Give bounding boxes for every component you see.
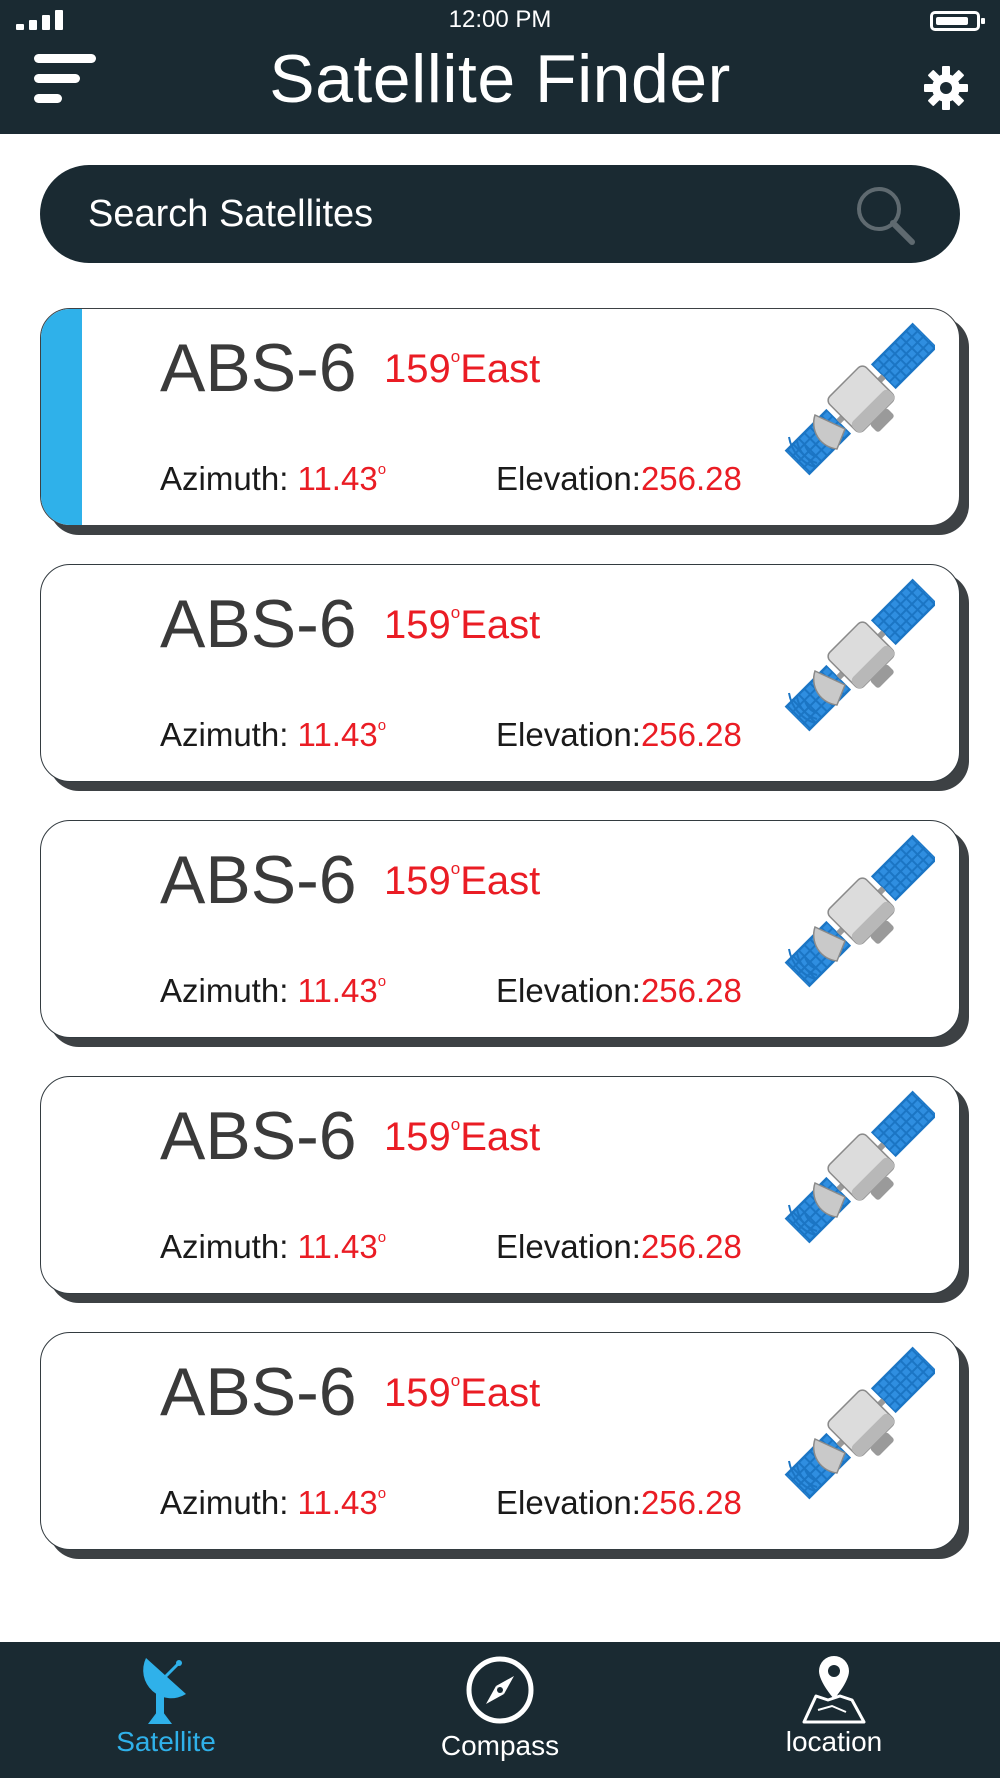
satellite-card[interactable]: ABS-6 159oEast Azimuth: 11.43o Elevation:25… [40, 308, 960, 526]
elevation-value: 256.28 [640, 972, 742, 1009]
selected-indicator [41, 309, 82, 525]
satellite-icon [784, 834, 935, 988]
degree-symbol: o [450, 1371, 461, 1390]
degree-symbol: o [377, 1485, 387, 1502]
degree-symbol: o [377, 461, 387, 478]
azimuth-label: Azimuth: [160, 716, 289, 753]
status-time: 12:00 PM [448, 6, 552, 33]
longitude-value: 159 [384, 1371, 451, 1415]
azimuth-readout: Azimuth: 11.43o [160, 460, 386, 498]
satellite-name: ABS-6 [160, 586, 357, 662]
azimuth-label: Azimuth: [160, 460, 289, 497]
search-input[interactable] [88, 185, 848, 243]
satellite-longitude: 159oEast [384, 1371, 540, 1416]
elevation-label: Elevation: [496, 716, 641, 753]
elevation-label: Elevation: [496, 972, 641, 1009]
nav-label-satellite: Satellite [116, 1726, 216, 1757]
app-header: 12:00 PM Satellite Finder [0, 0, 1000, 134]
azimuth-readout: Azimuth: 11.43o [160, 972, 386, 1010]
satellite-longitude: 159oEast [384, 603, 540, 648]
degree-symbol: o [377, 717, 387, 734]
satellite-name: ABS-6 [160, 1354, 357, 1430]
azimuth-label: Azimuth: [160, 1228, 289, 1265]
azimuth-readout: Azimuth: 11.43o [160, 1484, 386, 1522]
map-pin-icon [802, 1656, 866, 1724]
satellite-name: ABS-6 [160, 842, 357, 918]
nav-label-compass: Compass [440, 1730, 560, 1761]
satellite-icon [784, 322, 935, 476]
longitude-direction: East [460, 347, 541, 391]
satellite-card[interactable]: ABS-6 159oEast Azimuth: 11.43o Elevation:25… [40, 564, 960, 782]
satellite-card[interactable]: ABS-6 159oEast Azimuth: 11.43o Elevation:25… [40, 1076, 960, 1294]
satellite-name: ABS-6 [160, 330, 357, 406]
azimuth-label: Azimuth: [160, 1484, 289, 1521]
gear-icon[interactable] [922, 64, 970, 112]
elevation-value: 256.28 [640, 716, 742, 753]
satellite-longitude: 159oEast [384, 1115, 540, 1160]
elevation-readout: Elevation:256.28 [496, 460, 742, 498]
elevation-readout: Elevation:256.28 [496, 1484, 742, 1522]
satellite-icon [784, 1090, 935, 1244]
compass-icon [466, 1656, 534, 1724]
azimuth-value: 11.43 [297, 972, 378, 1009]
elevation-value: 256.28 [640, 460, 742, 497]
battery-icon [930, 11, 985, 31]
satellite-dish-icon [143, 1658, 186, 1724]
bottom-nav: Satellite Compass location [0, 1642, 1000, 1778]
elevation-value: 256.28 [640, 1484, 742, 1521]
azimuth-value: 11.43 [297, 716, 378, 753]
longitude-direction: East [460, 1115, 541, 1159]
degree-symbol: o [450, 603, 461, 622]
longitude-direction: East [460, 859, 541, 903]
elevation-value: 256.28 [640, 1228, 742, 1265]
degree-symbol: o [450, 347, 461, 366]
elevation-label: Elevation: [496, 460, 641, 497]
degree-symbol: o [377, 973, 387, 990]
degree-symbol: o [450, 1115, 461, 1134]
battery-fill [936, 17, 968, 25]
azimuth-value: 11.43 [297, 1228, 378, 1265]
longitude-direction: East [460, 603, 541, 647]
nav-item-satellite[interactable]: Satellite [66, 1642, 266, 1778]
longitude-value: 159 [384, 1115, 451, 1159]
satellite-name: ABS-6 [160, 1098, 357, 1174]
satellite-longitude: 159oEast [384, 859, 540, 904]
page-title: Satellite Finder [269, 41, 731, 117]
satellite-icon [784, 1346, 935, 1500]
elevation-label: Elevation: [496, 1228, 641, 1265]
elevation-label: Elevation: [496, 1484, 641, 1521]
search-bar [40, 165, 960, 263]
nav-item-compass[interactable]: Compass [400, 1642, 600, 1778]
search-icon[interactable] [852, 182, 918, 248]
satellite-card[interactable]: ABS-6 159oEast Azimuth: 11.43o Elevation:25… [40, 820, 960, 1038]
elevation-readout: Elevation:256.28 [496, 972, 742, 1010]
satellite-icon [784, 578, 935, 732]
degree-symbol: o [450, 859, 461, 878]
nav-item-location[interactable]: location [734, 1642, 934, 1778]
azimuth-readout: Azimuth: 11.43o [160, 716, 386, 754]
longitude-value: 159 [384, 603, 451, 647]
azimuth-readout: Azimuth: 11.43o [160, 1228, 386, 1266]
satellite-card[interactable]: ABS-6 159oEast Azimuth: 11.43o Elevation:25… [40, 1332, 960, 1550]
degree-symbol: o [377, 1229, 387, 1246]
longitude-value: 159 [384, 859, 451, 903]
elevation-readout: Elevation:256.28 [496, 716, 742, 754]
longitude-value: 159 [384, 347, 451, 391]
longitude-direction: East [460, 1371, 541, 1415]
nav-label-location: location [785, 1726, 883, 1757]
azimuth-value: 11.43 [297, 1484, 378, 1521]
satellite-longitude: 159oEast [384, 347, 540, 392]
elevation-readout: Elevation:256.28 [496, 1228, 742, 1266]
azimuth-label: Azimuth: [160, 972, 289, 1009]
azimuth-value: 11.43 [297, 460, 378, 497]
